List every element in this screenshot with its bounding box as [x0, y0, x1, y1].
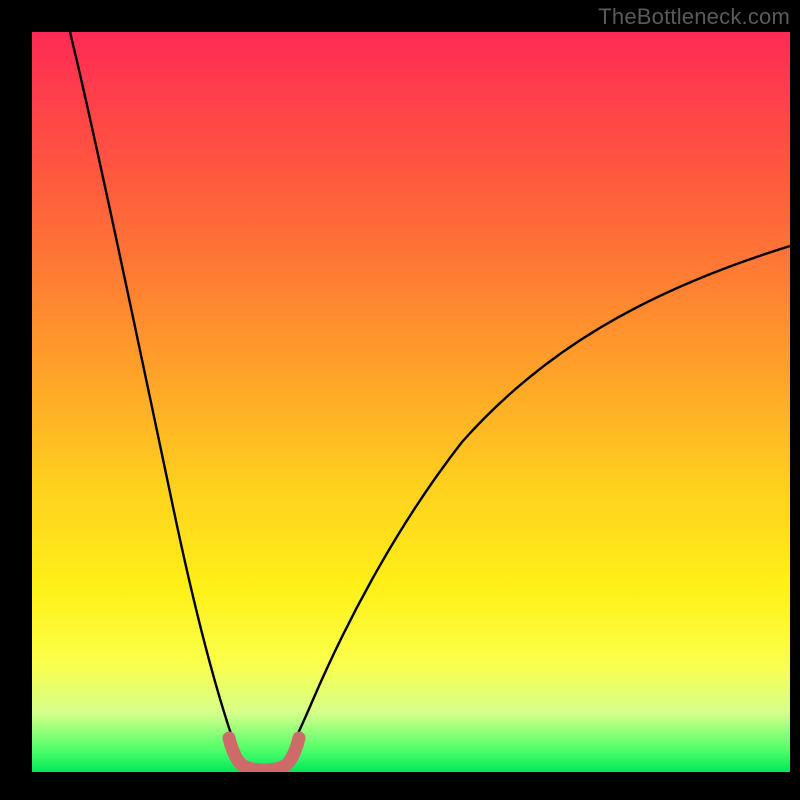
- trough-marker: [229, 738, 299, 770]
- plot-area: [32, 32, 790, 772]
- bottleneck-curve-right: [278, 246, 790, 772]
- watermark-label: TheBottleneck.com: [598, 4, 790, 30]
- chart-frame: TheBottleneck.com: [0, 0, 800, 800]
- curve-layer: [32, 32, 790, 772]
- bottleneck-curve-left: [70, 32, 250, 772]
